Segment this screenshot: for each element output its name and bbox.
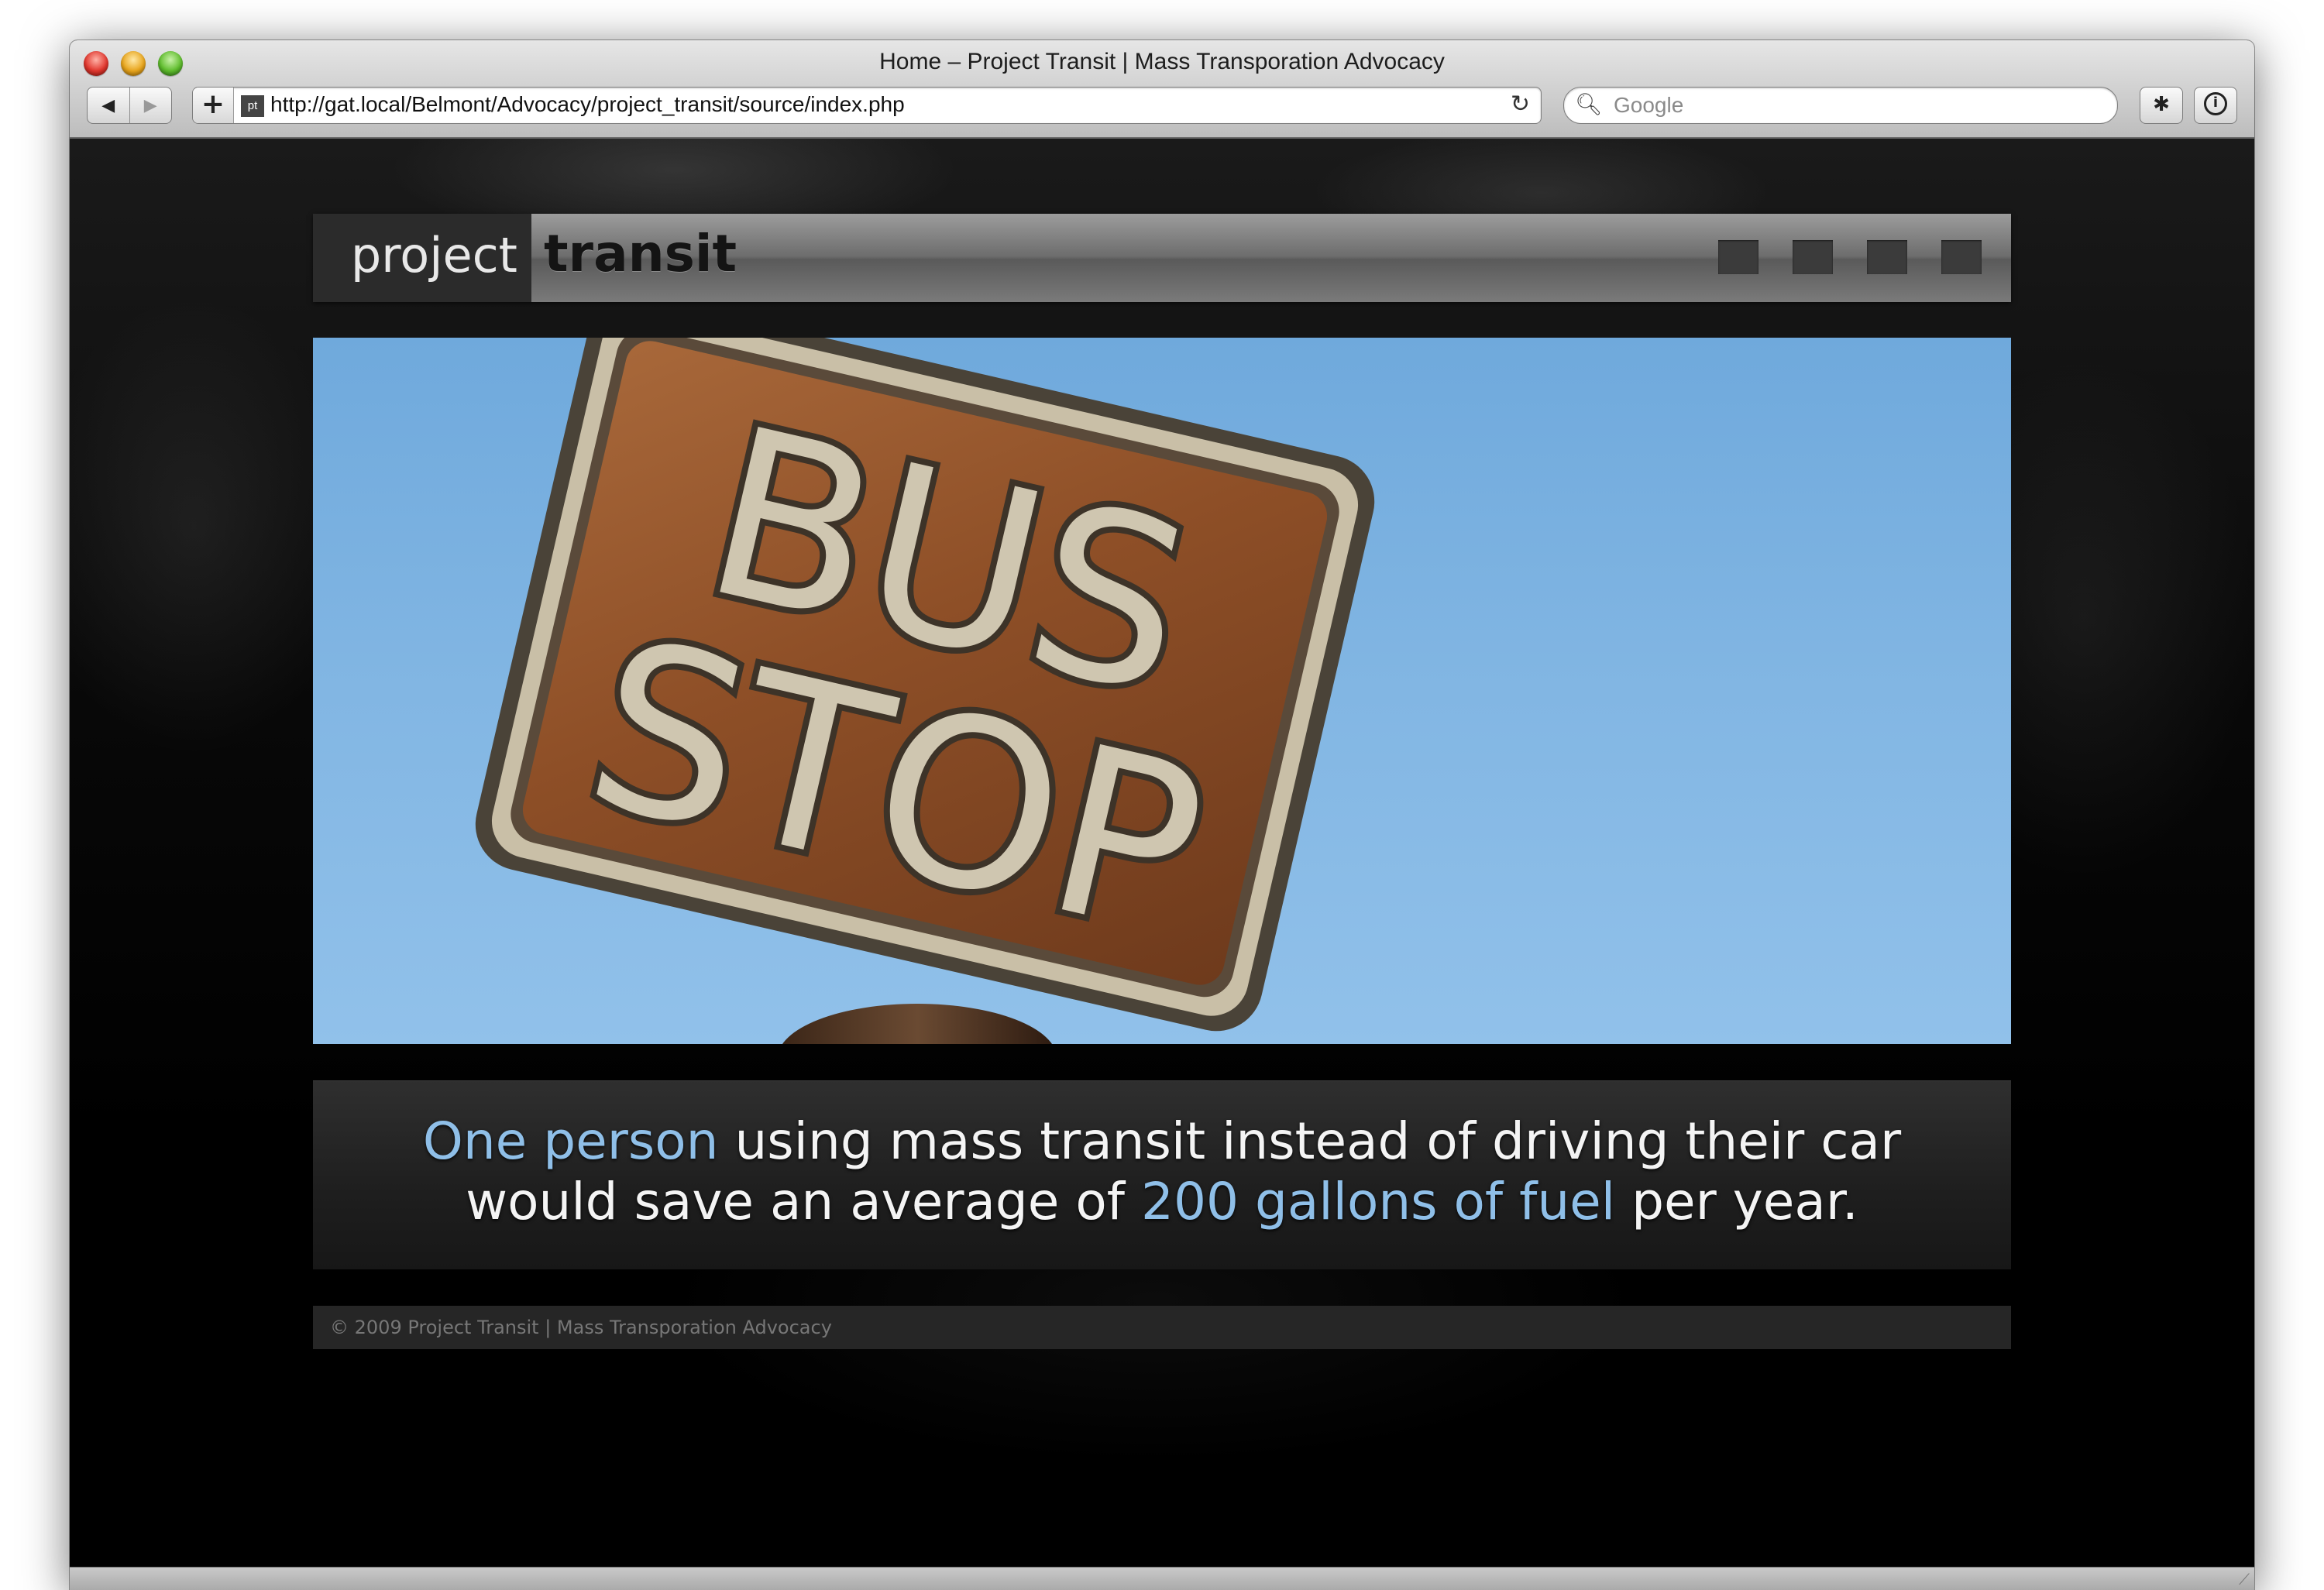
search-field[interactable]: 🔍︎ Google bbox=[1563, 87, 2118, 124]
url-text[interactable]: http://gat.local/Belmont/Advocacy/projec… bbox=[270, 92, 905, 117]
tagline-box: One person using mass transit instead of… bbox=[313, 1080, 2011, 1269]
tagline-text-2a: would save an average of bbox=[466, 1172, 1141, 1231]
hero-image: BUS STOP bbox=[313, 338, 2011, 1044]
sign-pole bbox=[782, 1004, 1052, 1044]
info-icon: i bbox=[2204, 91, 2227, 115]
nav-square-1[interactable] bbox=[1718, 240, 1758, 274]
address-bar[interactable]: + pt http://gat.local/Belmont/Advocacy/p… bbox=[192, 87, 1542, 124]
tagline-text-2b: per year. bbox=[1615, 1172, 1858, 1231]
bug-report-button[interactable]: ✱ bbox=[2140, 87, 2183, 124]
info-button[interactable]: i bbox=[2194, 87, 2237, 124]
browser-window: Home – Project Transit | Mass Transporat… bbox=[70, 40, 2254, 1590]
resize-grip-icon[interactable]: ⟋ bbox=[2239, 1570, 2250, 1588]
forward-button[interactable]: ▶ bbox=[129, 88, 172, 123]
sign-plate: BUS STOP bbox=[475, 338, 1375, 1032]
logo-word-project[interactable]: project bbox=[313, 214, 531, 302]
add-bookmark-button[interactable]: + bbox=[193, 88, 234, 123]
nav-square-2[interactable] bbox=[1793, 240, 1833, 274]
tagline-line-2: would save an average of 200 gallons of … bbox=[313, 1172, 2011, 1232]
tagline-highlight-1: One person bbox=[422, 1111, 719, 1171]
site-footer: © 2009 Project Transit | Mass Transporat… bbox=[313, 1306, 2011, 1349]
reload-button[interactable]: ↻ bbox=[1511, 91, 1530, 118]
bus-stop-sign-illustration: BUS STOP bbox=[475, 338, 1375, 1044]
browser-toolbar: Home – Project Transit | Mass Transporat… bbox=[70, 40, 2254, 139]
nav-square-3[interactable] bbox=[1867, 240, 1907, 274]
tagline-highlight-2: 200 gallons of fuel bbox=[1140, 1172, 1616, 1231]
history-buttons: ◀ ▶ bbox=[87, 87, 172, 124]
tagline-text-1: using mass transit instead of driving th… bbox=[718, 1111, 1902, 1171]
site-favicon: pt bbox=[241, 95, 264, 117]
tagline-line-1: One person using mass transit instead of… bbox=[313, 1111, 2011, 1172]
logo-word-transit[interactable]: transit bbox=[544, 214, 737, 302]
bug-icon: ✱ bbox=[2153, 93, 2170, 116]
site-header: project transit bbox=[313, 214, 2011, 302]
back-button[interactable]: ◀ bbox=[88, 88, 129, 123]
window-title: Home – Project Transit | Mass Transporat… bbox=[879, 49, 1445, 74]
page-viewport: project transit BUS STOP One person usin… bbox=[70, 139, 2254, 1567]
nav-square-4[interactable] bbox=[1941, 240, 1982, 274]
search-icon[interactable]: 🔍︎ bbox=[1575, 91, 1603, 117]
status-bar: ⟋ bbox=[70, 1567, 2254, 1590]
search-placeholder: Google bbox=[1614, 93, 1684, 117]
